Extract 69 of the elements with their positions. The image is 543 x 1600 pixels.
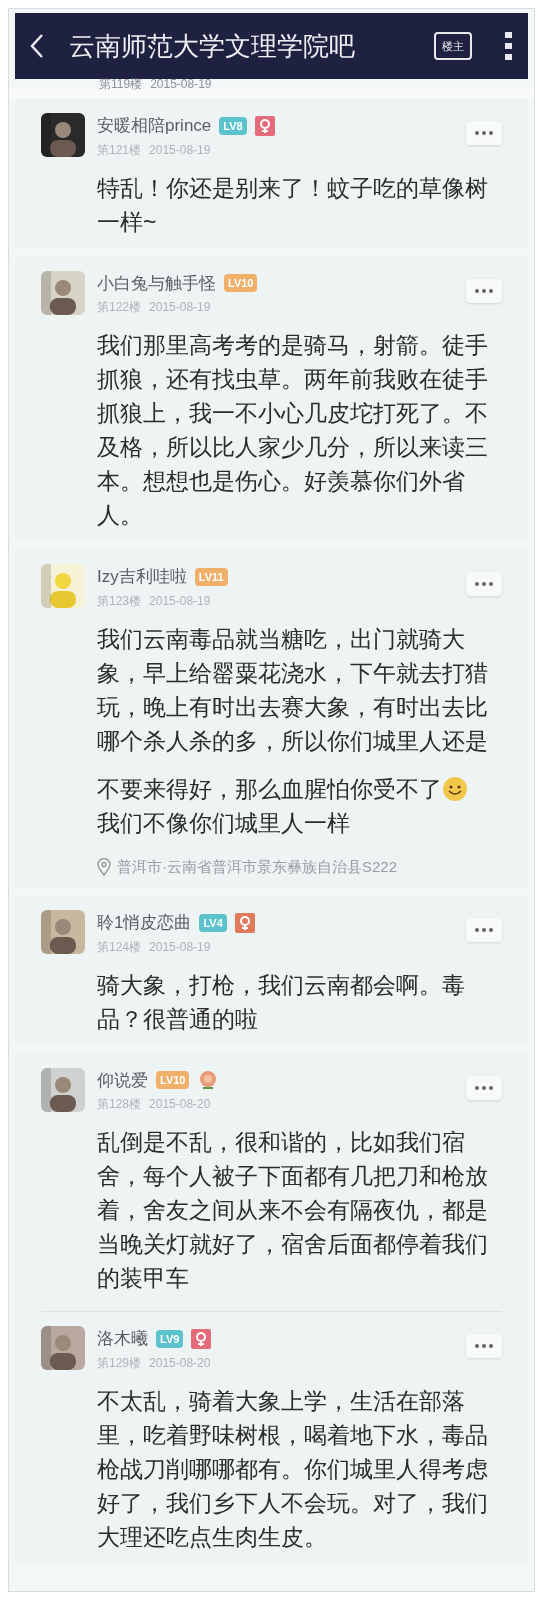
post-text-line: 骑大象，打枪，我们云南都会啊。毒 [97, 970, 465, 1000]
floor-number: 第128楼 [97, 1096, 142, 1113]
post-text-line: 象，早上给罂粟花浇水，下午就去打猎 [97, 658, 488, 688]
forum-title: 云南师范大学文理学院吧 [69, 29, 356, 63]
more-icon [475, 1344, 493, 1348]
post-text-line: 特乱！你还是别来了！蚊子吃的草像树 [97, 173, 488, 203]
level-badge: LV4 [199, 913, 227, 932]
back-icon[interactable] [29, 33, 45, 59]
post-text-line: 及格，所以比人家少几分，所以来读三 [97, 433, 488, 462]
more-icon [475, 131, 493, 135]
location-pin-icon [97, 857, 111, 876]
post-date: 2015-08-20 [149, 1354, 211, 1372]
floor-number: 第121楼 [97, 141, 142, 159]
post-text-line: 抓狼上，我一不小心几皮坨打死了。不 [97, 399, 488, 428]
post-text-line: 的装甲车 [97, 1264, 189, 1293]
post-text-line: 抓狼，还有找虫草。两年前我败在徒手 [97, 365, 488, 394]
floor-number: 第119楼 [99, 76, 143, 93]
post-text-line: 不要来得好，那么血腥怕你受不了 [97, 774, 442, 804]
post-date: 2015-08-19 [149, 141, 211, 159]
user-name[interactable]: 仰说爱 [97, 1067, 148, 1093]
more-button[interactable] [466, 1334, 502, 1358]
post-text-line: 不太乱，骑着大象上学，生活在部落 [97, 1386, 465, 1416]
more-icon [475, 1085, 493, 1090]
post-text-line: 里，吃着野味树根，喝着地下水，毒品 [97, 1420, 488, 1450]
floor-number: 第124楼 [97, 938, 142, 956]
more-menu-icon[interactable] [504, 30, 514, 62]
more-icon [475, 582, 493, 586]
post-text-line: 枪战刀削哪哪都有。你们城里人得考虑 [97, 1454, 488, 1484]
level-badge: LV8 [219, 116, 247, 135]
more-button[interactable] [466, 918, 502, 942]
level-badge: LV10 [156, 1071, 190, 1090]
post-date: 2015-08-19 [149, 592, 211, 610]
more-button[interactable] [466, 1075, 502, 1100]
post-text-line: 舍，每个人被子下面都有几把刀和枪放 [97, 1162, 488, 1191]
post-text-line: 当晚关灯就好了，宿舍后面都停着我们 [97, 1230, 488, 1259]
post-date: 2015-08-19 [150, 76, 212, 93]
post-date: 2015-08-19 [149, 938, 211, 956]
post-text-line: 我们那里高考考的是骑马，射箭。徒手 [97, 331, 488, 360]
user-name[interactable]: 洛木曦 [97, 1326, 148, 1352]
user-name[interactable]: Izy吉利哇啦 [97, 564, 187, 590]
post-text-line: 一样~ [97, 207, 157, 237]
post-text-line: 本。想想也是伤心。好羡慕你们外省 [97, 467, 465, 496]
post-date: 2015-08-19 [149, 299, 211, 316]
more-icon [475, 928, 493, 932]
level-badge: LV9 [156, 1329, 184, 1348]
owner-only-button[interactable]: 楼主 [434, 31, 472, 61]
more-button[interactable] [466, 121, 502, 145]
post-text-line: 乱倒是不乱，很和谐的，比如我们宿 [97, 1128, 465, 1157]
level-badge: LV11 [194, 567, 228, 586]
post-date: 2015-08-20 [149, 1096, 211, 1113]
post-text-line: 着，舍友之间从来不会有隔夜仇，都是 [97, 1196, 488, 1225]
floor-number: 第122楼 [97, 299, 142, 316]
post-text-line: 大理还吃点生肉生皮。 [97, 1522, 327, 1552]
post-text-line: 我们云南毒品就当糖吃，出门就骑大 [97, 624, 465, 654]
more-button[interactable] [466, 572, 502, 596]
post-text-line: 我们不像你们城里人一样 [97, 808, 350, 838]
floor-number: 第123楼 [97, 592, 142, 610]
post-text-line: 好了，我们乡下人不会玩。对了，我们 [97, 1488, 488, 1518]
post-text-line: 人。 [97, 501, 143, 530]
post-text-line: 玩，晚上有时出去赛大象，有时出去比 [97, 692, 488, 722]
more-icon [475, 288, 493, 293]
user-name[interactable]: 聆1悄皮恋曲 [97, 910, 192, 936]
level-badge: LV10 [224, 274, 258, 293]
user-name[interactable]: 小白兔与触手怪 [97, 270, 216, 296]
floor-number: 第129楼 [97, 1354, 142, 1372]
post-text-line: 品？很普通的啦 [97, 1004, 258, 1034]
user-name[interactable]: 安暖相陪prince [97, 113, 212, 139]
post-text-line: 哪个杀人杀的多，所以你们城里人还是 [97, 726, 488, 756]
more-button[interactable] [466, 278, 502, 303]
